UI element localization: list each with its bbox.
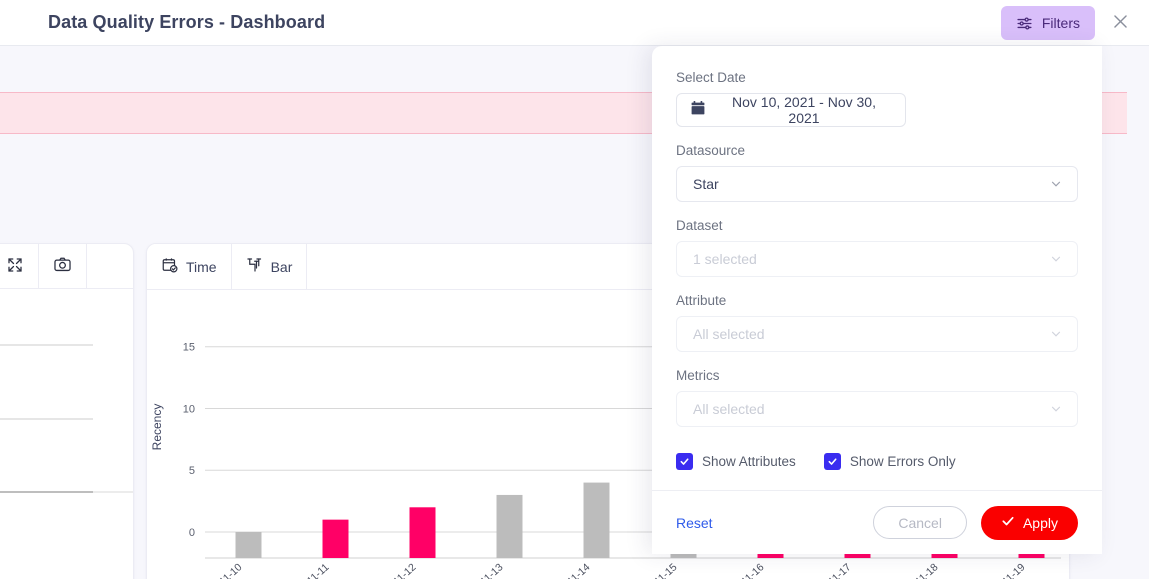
attribute-value: All selected bbox=[693, 326, 765, 342]
cancel-button[interactable]: Cancel bbox=[873, 506, 967, 539]
x-tick-label: 2021-11-12 bbox=[371, 561, 418, 579]
datasource-value: Star bbox=[693, 176, 719, 192]
bar[interactable] bbox=[323, 520, 349, 558]
filters-button[interactable]: Filters bbox=[1001, 6, 1095, 40]
chevron-down-icon bbox=[1049, 252, 1063, 266]
dataset-value: 1 selected bbox=[693, 251, 757, 267]
filter-checkboxes: Show Attributes Show Errors Only bbox=[676, 453, 1078, 490]
bar-chart-icon bbox=[246, 256, 264, 277]
metrics-label: Metrics bbox=[676, 368, 1078, 383]
dataset-select[interactable]: 1 selected bbox=[676, 241, 1078, 277]
secondary-chart-card bbox=[0, 243, 134, 579]
date-range-button[interactable]: Nov 10, 2021 - Nov 30, 2021 bbox=[676, 93, 906, 127]
filters-button-label: Filters bbox=[1042, 15, 1080, 31]
y-tick-label: 10 bbox=[183, 403, 195, 415]
close-icon bbox=[1111, 12, 1130, 34]
camera-icon bbox=[53, 255, 72, 277]
select-date-label: Select Date bbox=[676, 70, 1078, 85]
show-errors-only-checkbox-group[interactable]: Show Errors Only bbox=[824, 453, 956, 470]
bar[interactable] bbox=[236, 532, 262, 558]
secondary-chart-plot bbox=[0, 289, 133, 579]
bar[interactable] bbox=[497, 495, 523, 558]
show-errors-only-label: Show Errors Only bbox=[850, 454, 956, 469]
y-tick-label: 5 bbox=[189, 465, 195, 477]
filters-panel: Select Date Nov 10, 2021 - Nov 30, 2021 … bbox=[652, 46, 1102, 554]
tab-time[interactable]: Time bbox=[147, 244, 232, 289]
secondary-chart-toolbar bbox=[0, 244, 133, 289]
footer-actions: Cancel Apply bbox=[873, 506, 1078, 540]
apply-button-label: Apply bbox=[1023, 515, 1058, 531]
filters-panel-content: Select Date Nov 10, 2021 - Nov 30, 2021 … bbox=[652, 46, 1102, 490]
tab-time-label: Time bbox=[186, 259, 217, 275]
dashboard-root: Data Quality Errors - Dashboard Filters bbox=[0, 0, 1149, 579]
dataset-label: Dataset bbox=[676, 218, 1078, 233]
show-attributes-checkbox[interactable] bbox=[676, 453, 693, 470]
secondary-chart-svg bbox=[0, 289, 134, 579]
x-tick-label: 2021-11-15 bbox=[632, 561, 679, 579]
x-tick-label: 2021-11-10 bbox=[197, 561, 244, 579]
screenshot-button[interactable] bbox=[39, 244, 87, 288]
show-attributes-checkbox-group[interactable]: Show Attributes bbox=[676, 453, 796, 470]
chevron-down-icon bbox=[1049, 327, 1063, 341]
page-title: Data Quality Errors - Dashboard bbox=[48, 12, 325, 33]
x-tick-label: 2021-11-11 bbox=[285, 561, 332, 579]
tab-bar-label: Bar bbox=[271, 259, 293, 275]
show-attributes-label: Show Attributes bbox=[702, 454, 796, 469]
fullscreen-button[interactable] bbox=[0, 244, 39, 288]
attribute-select[interactable]: All selected bbox=[676, 316, 1078, 352]
x-tick-label: 2021-11-16 bbox=[719, 561, 766, 579]
calendar-icon bbox=[691, 101, 705, 119]
datasource-label: Datasource bbox=[676, 143, 1078, 158]
metrics-value: All selected bbox=[693, 401, 765, 417]
y-tick-label: 15 bbox=[183, 342, 195, 354]
x-tick-label: 2021-11-19 bbox=[980, 561, 1027, 579]
y-tick-label: 0 bbox=[189, 527, 195, 539]
bar[interactable] bbox=[410, 507, 436, 558]
show-errors-only-checkbox[interactable] bbox=[824, 453, 841, 470]
header-actions: Filters bbox=[1001, 0, 1135, 46]
sliders-icon bbox=[1016, 15, 1033, 32]
app-header: Data Quality Errors - Dashboard Filters bbox=[0, 0, 1149, 46]
check-icon bbox=[1001, 514, 1015, 531]
expand-icon bbox=[6, 256, 24, 277]
x-tick-label: 2021-11-18 bbox=[893, 561, 940, 579]
chevron-down-icon bbox=[1049, 177, 1063, 191]
calendar-check-icon bbox=[161, 256, 179, 277]
tab-bar[interactable]: Bar bbox=[232, 244, 308, 289]
date-range-value: Nov 10, 2021 - Nov 30, 2021 bbox=[717, 94, 891, 126]
chevron-down-icon bbox=[1049, 402, 1063, 416]
x-tick-label: 2021-11-14 bbox=[545, 561, 592, 579]
apply-button[interactable]: Apply bbox=[981, 506, 1078, 540]
filters-panel-footer: Reset Cancel Apply bbox=[652, 490, 1102, 554]
x-tick-label: 2021-11-17 bbox=[806, 561, 853, 579]
reset-button[interactable]: Reset bbox=[676, 515, 713, 531]
x-tick-label: 2021-11-13 bbox=[458, 561, 505, 579]
bar[interactable] bbox=[584, 483, 610, 558]
y-axis-title: Recency bbox=[150, 404, 164, 451]
attribute-label: Attribute bbox=[676, 293, 1078, 308]
datasource-select[interactable]: Star bbox=[676, 166, 1078, 202]
metrics-select[interactable]: All selected bbox=[676, 391, 1078, 427]
close-button[interactable] bbox=[1105, 8, 1135, 38]
